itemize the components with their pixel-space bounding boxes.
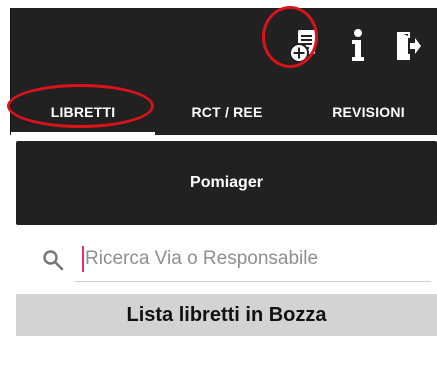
pomiager-button[interactable]: Pomiager — [16, 141, 437, 225]
tab-bar: LIBRETTI RCT / REE REVISIONI — [11, 88, 437, 135]
list-header: Lista libretti in Bozza — [16, 294, 437, 336]
info-button[interactable] — [340, 24, 376, 68]
app-bar: LIBRETTI RCT / REE REVISIONI — [10, 8, 437, 135]
active-tab-indicator — [11, 132, 155, 135]
text-cursor — [82, 246, 84, 272]
search-icon — [43, 250, 64, 271]
tab-libretti[interactable]: LIBRETTI — [11, 88, 155, 135]
tab-revisioni[interactable]: REVISIONI — [299, 88, 437, 135]
logout-button[interactable] — [390, 24, 426, 68]
logout-icon — [397, 32, 421, 60]
info-icon — [352, 29, 364, 61]
new-document-button[interactable] — [286, 24, 322, 68]
tab-rct-ree[interactable]: RCT / REE — [155, 88, 299, 135]
new-document-icon — [289, 30, 315, 63]
search-input[interactable]: Ricerca Via o Responsabile — [75, 243, 431, 282]
search-placeholder: Ricerca Via o Responsabile — [85, 248, 319, 269]
